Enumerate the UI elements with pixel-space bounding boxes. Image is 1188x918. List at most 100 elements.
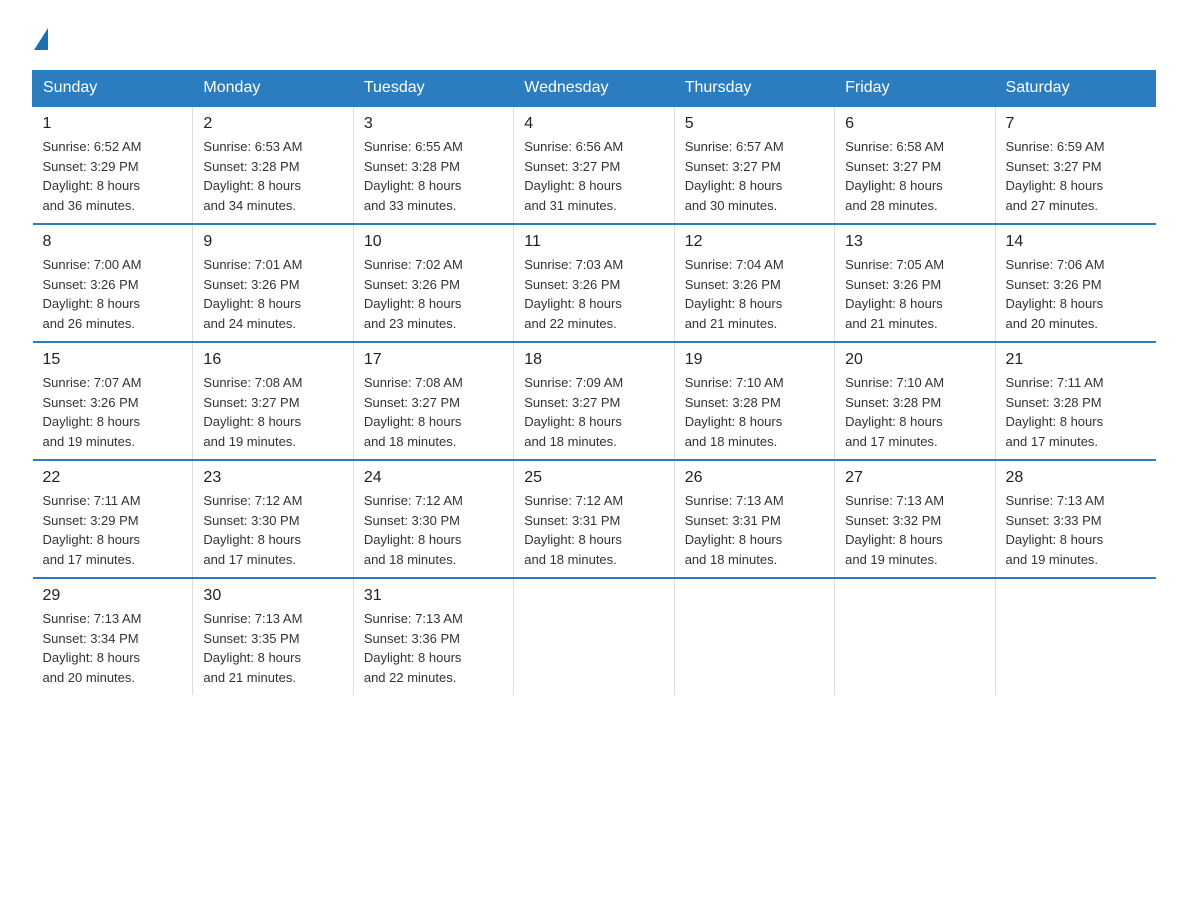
day-info: Sunrise: 7:11 AMSunset: 3:28 PMDaylight:…: [1006, 373, 1146, 451]
calendar-cell: 11 Sunrise: 7:03 AMSunset: 3:26 PMDayligh…: [514, 224, 674, 342]
day-number: 18: [524, 351, 663, 369]
day-info: Sunrise: 6:55 AMSunset: 3:28 PMDaylight:…: [364, 137, 503, 215]
day-info: Sunrise: 7:13 AMSunset: 3:33 PMDaylight:…: [1006, 491, 1146, 569]
calendar-cell: 9 Sunrise: 7:01 AMSunset: 3:26 PMDaylight…: [193, 224, 353, 342]
calendar-body: 1 Sunrise: 6:52 AMSunset: 3:29 PMDaylight…: [33, 106, 1156, 695]
day-number: 31: [364, 587, 503, 605]
calendar-cell: 8 Sunrise: 7:00 AMSunset: 3:26 PMDaylight…: [33, 224, 193, 342]
day-info: Sunrise: 7:11 AMSunset: 3:29 PMDaylight:…: [43, 491, 183, 569]
calendar-cell: 2 Sunrise: 6:53 AMSunset: 3:28 PMDaylight…: [193, 106, 353, 224]
day-number: 20: [845, 351, 984, 369]
day-info: Sunrise: 7:10 AMSunset: 3:28 PMDaylight:…: [685, 373, 824, 451]
day-info: Sunrise: 7:05 AMSunset: 3:26 PMDaylight:…: [845, 255, 984, 333]
calendar-week-row: 29 Sunrise: 7:13 AMSunset: 3:34 PMDayligh…: [33, 578, 1156, 695]
day-number: 4: [524, 115, 663, 133]
calendar-cell: 28 Sunrise: 7:13 AMSunset: 3:33 PMDayligh…: [995, 460, 1155, 578]
logo-triangle-icon: [34, 28, 48, 50]
day-number: 29: [43, 587, 183, 605]
calendar-cell: 17 Sunrise: 7:08 AMSunset: 3:27 PMDayligh…: [353, 342, 513, 460]
day-info: Sunrise: 7:10 AMSunset: 3:28 PMDaylight:…: [845, 373, 984, 451]
calendar-cell: 22Sunrise: 7:11 AMSunset: 3:29 PMDayligh…: [33, 460, 193, 578]
day-number: 14: [1006, 233, 1146, 251]
calendar-week-row: 15Sunrise: 7:07 AMSunset: 3:26 PMDayligh…: [33, 342, 1156, 460]
col-tuesday: Tuesday: [353, 71, 513, 107]
day-info: Sunrise: 7:01 AMSunset: 3:26 PMDaylight:…: [203, 255, 342, 333]
day-info: Sunrise: 7:12 AMSunset: 3:30 PMDaylight:…: [203, 491, 342, 569]
day-info: Sunrise: 7:12 AMSunset: 3:30 PMDaylight:…: [364, 491, 503, 569]
col-friday: Friday: [835, 71, 995, 107]
day-info: Sunrise: 7:08 AMSunset: 3:27 PMDaylight:…: [364, 373, 503, 451]
day-number: 5: [685, 115, 824, 133]
day-info: Sunrise: 7:13 AMSunset: 3:32 PMDaylight:…: [845, 491, 984, 569]
calendar-cell: [995, 578, 1155, 695]
day-number: 13: [845, 233, 984, 251]
day-info: Sunrise: 6:53 AMSunset: 3:28 PMDaylight:…: [203, 137, 342, 215]
calendar-header-row: Sunday Monday Tuesday Wednesday Thursday…: [33, 71, 1156, 107]
day-info: Sunrise: 7:13 AMSunset: 3:34 PMDaylight:…: [43, 609, 183, 687]
day-number: 25: [524, 469, 663, 487]
day-number: 21: [1006, 351, 1146, 369]
calendar-cell: 29 Sunrise: 7:13 AMSunset: 3:34 PMDayligh…: [33, 578, 193, 695]
calendar-cell: 16 Sunrise: 7:08 AMSunset: 3:27 PMDayligh…: [193, 342, 353, 460]
calendar-cell: 5Sunrise: 6:57 AMSunset: 3:27 PMDaylight…: [674, 106, 834, 224]
day-info: Sunrise: 7:09 AMSunset: 3:27 PMDaylight:…: [524, 373, 663, 451]
day-info: Sunrise: 7:00 AMSunset: 3:26 PMDaylight:…: [43, 255, 183, 333]
calendar-cell: 6 Sunrise: 6:58 AMSunset: 3:27 PMDaylight…: [835, 106, 995, 224]
calendar-cell: [835, 578, 995, 695]
day-number: 17: [364, 351, 503, 369]
day-number: 9: [203, 233, 342, 251]
day-number: 15: [43, 351, 183, 369]
col-thursday: Thursday: [674, 71, 834, 107]
day-info: Sunrise: 7:06 AMSunset: 3:26 PMDaylight:…: [1006, 255, 1146, 333]
day-info: Sunrise: 7:13 AMSunset: 3:31 PMDaylight:…: [685, 491, 824, 569]
calendar-week-row: 8 Sunrise: 7:00 AMSunset: 3:26 PMDaylight…: [33, 224, 1156, 342]
calendar-cell: 23 Sunrise: 7:12 AMSunset: 3:30 PMDayligh…: [193, 460, 353, 578]
col-sunday: Sunday: [33, 71, 193, 107]
day-number: 28: [1006, 469, 1146, 487]
day-number: 24: [364, 469, 503, 487]
logo: [32, 24, 48, 50]
day-number: 2: [203, 115, 342, 133]
day-info: Sunrise: 7:03 AMSunset: 3:26 PMDaylight:…: [524, 255, 663, 333]
col-saturday: Saturday: [995, 71, 1155, 107]
day-number: 1: [43, 115, 183, 133]
calendar-cell: 15Sunrise: 7:07 AMSunset: 3:26 PMDayligh…: [33, 342, 193, 460]
day-info: Sunrise: 6:58 AMSunset: 3:27 PMDaylight:…: [845, 137, 984, 215]
day-info: Sunrise: 6:52 AMSunset: 3:29 PMDaylight:…: [43, 137, 183, 215]
calendar-cell: [514, 578, 674, 695]
day-number: 26: [685, 469, 824, 487]
logo-right: [32, 24, 48, 50]
day-number: 7: [1006, 115, 1146, 133]
logo-top-row: [32, 24, 48, 50]
calendar-cell: 30 Sunrise: 7:13 AMSunset: 3:35 PMDayligh…: [193, 578, 353, 695]
calendar-table: Sunday Monday Tuesday Wednesday Thursday…: [32, 70, 1156, 695]
calendar-cell: 24 Sunrise: 7:12 AMSunset: 3:30 PMDayligh…: [353, 460, 513, 578]
day-number: 16: [203, 351, 342, 369]
calendar-cell: 26 Sunrise: 7:13 AMSunset: 3:31 PMDayligh…: [674, 460, 834, 578]
day-info: Sunrise: 7:04 AMSunset: 3:26 PMDaylight:…: [685, 255, 824, 333]
day-number: 30: [203, 587, 342, 605]
calendar-cell: 27Sunrise: 7:13 AMSunset: 3:32 PMDayligh…: [835, 460, 995, 578]
col-monday: Monday: [193, 71, 353, 107]
calendar-cell: 1 Sunrise: 6:52 AMSunset: 3:29 PMDaylight…: [33, 106, 193, 224]
day-info: Sunrise: 6:59 AMSunset: 3:27 PMDaylight:…: [1006, 137, 1146, 215]
day-info: Sunrise: 6:56 AMSunset: 3:27 PMDaylight:…: [524, 137, 663, 215]
day-number: 8: [43, 233, 183, 251]
day-info: Sunrise: 7:13 AMSunset: 3:35 PMDaylight:…: [203, 609, 342, 687]
day-number: 23: [203, 469, 342, 487]
calendar-week-row: 22Sunrise: 7:11 AMSunset: 3:29 PMDayligh…: [33, 460, 1156, 578]
calendar-cell: 25Sunrise: 7:12 AMSunset: 3:31 PMDayligh…: [514, 460, 674, 578]
calendar-cell: 4 Sunrise: 6:56 AMSunset: 3:27 PMDaylight…: [514, 106, 674, 224]
calendar-cell: 18 Sunrise: 7:09 AMSunset: 3:27 PMDayligh…: [514, 342, 674, 460]
day-number: 12: [685, 233, 824, 251]
calendar-cell: 20 Sunrise: 7:10 AMSunset: 3:28 PMDayligh…: [835, 342, 995, 460]
day-info: Sunrise: 7:08 AMSunset: 3:27 PMDaylight:…: [203, 373, 342, 451]
calendar-cell: 12 Sunrise: 7:04 AMSunset: 3:26 PMDayligh…: [674, 224, 834, 342]
calendar-cell: 31Sunrise: 7:13 AMSunset: 3:36 PMDayligh…: [353, 578, 513, 695]
calendar-week-row: 1 Sunrise: 6:52 AMSunset: 3:29 PMDaylight…: [33, 106, 1156, 224]
calendar-cell: 21 Sunrise: 7:11 AMSunset: 3:28 PMDayligh…: [995, 342, 1155, 460]
day-number: 6: [845, 115, 984, 133]
day-number: 11: [524, 233, 663, 251]
calendar-cell: 7 Sunrise: 6:59 AMSunset: 3:27 PMDaylight…: [995, 106, 1155, 224]
day-number: 19: [685, 351, 824, 369]
